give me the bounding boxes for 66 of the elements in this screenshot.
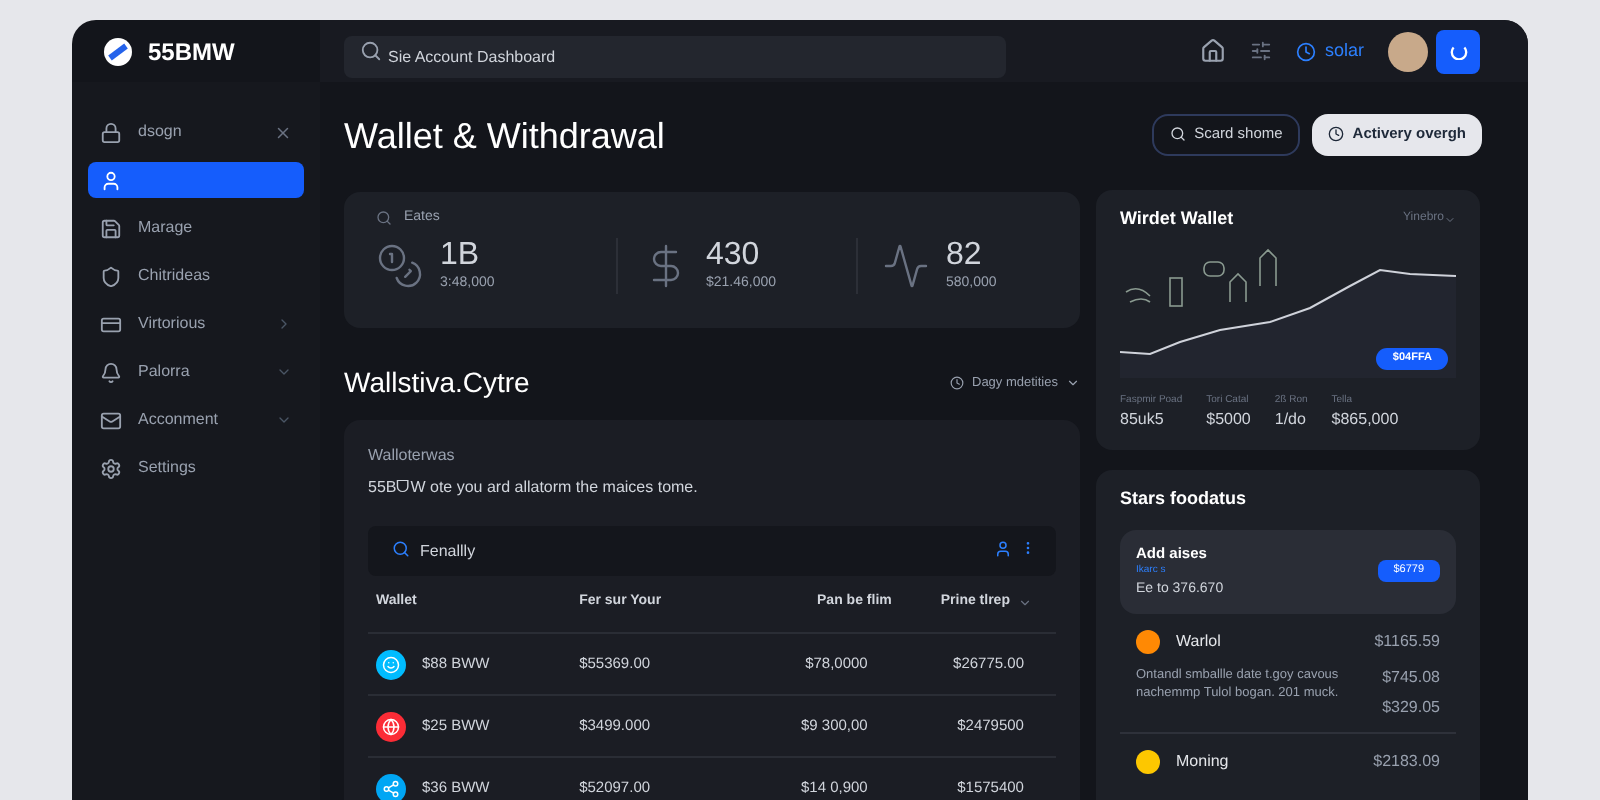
bell-icon [100, 361, 122, 383]
sidebar-item[interactable]: Settings [88, 450, 304, 486]
stat-value: 1B [440, 237, 482, 273]
card-title: Stars foodatus [1120, 486, 1249, 512]
sidebar-item[interactable]: Acconment [88, 402, 304, 438]
stat-value: $865,000 [1331, 408, 1399, 432]
shield-icon [100, 265, 122, 287]
chevron-icon [276, 316, 292, 332]
sidebar-item[interactable]: Marage [88, 210, 304, 246]
sidebar-item[interactable]: dsogn [88, 114, 304, 150]
solar-link[interactable]: solar [1324, 37, 1364, 65]
page-title: Wallet & Withdrawal [344, 114, 667, 160]
save-icon [100, 217, 122, 239]
loading-icon [1449, 42, 1467, 60]
clock-icon [950, 376, 964, 390]
search-field[interactable]: Sie Account Dashboard [344, 36, 1006, 78]
filter-field[interactable]: Fenallly [368, 526, 1056, 576]
search-icon [392, 540, 410, 558]
settings-icon [100, 457, 122, 479]
search-icon [376, 210, 392, 227]
clock-icon [1296, 41, 1317, 61]
card-icon [100, 313, 122, 335]
coins-icon [376, 241, 424, 290]
globe-icon [376, 711, 406, 741]
user-icon [100, 169, 122, 191]
share-icon [376, 773, 406, 800]
close-icon[interactable] [274, 123, 292, 141]
entry-name: Moning [1176, 749, 1231, 773]
sidebar-item[interactable]: Palorra [88, 354, 304, 390]
sidebar-item[interactable]: Chitrideas [88, 258, 304, 294]
clock-icon [1328, 126, 1345, 142]
lock-icon [100, 121, 122, 143]
widget-title: Wirdet Wallet [1120, 206, 1236, 232]
brand-name: 55BMW [148, 35, 235, 69]
card-description: 55BᗜW ote you ard allatorm the maices tome. [368, 476, 700, 500]
stat-value: 430 [706, 237, 762, 273]
search-icon [360, 40, 382, 62]
chevron-icon [276, 364, 292, 380]
home-icon[interactable] [1200, 38, 1227, 64]
search-icon [1170, 126, 1187, 142]
entry-amount: $329.05 [1382, 695, 1440, 719]
sliders-icon[interactable] [1250, 40, 1273, 62]
entry-amount: $2183.09 [1373, 749, 1440, 773]
stat-value: $5000 [1206, 408, 1251, 432]
wave-icon [882, 241, 930, 290]
stat-value: 82 [946, 237, 984, 273]
section-title: Wallstiva.Cytre [344, 364, 532, 402]
action-button[interactable] [1436, 29, 1480, 73]
avatar[interactable] [1388, 31, 1428, 71]
mail-icon [100, 409, 122, 431]
chevron-icon [1444, 213, 1456, 226]
entry-amount: $745.08 [1382, 665, 1440, 689]
sidebar-item[interactable]: Virtorious [88, 306, 304, 342]
avatar [1136, 629, 1160, 653]
entry-name: Warlol [1176, 629, 1223, 653]
sort-icon[interactable] [1017, 596, 1032, 610]
chevron-icon [276, 412, 292, 428]
stat-value: 85uk5 [1120, 408, 1166, 432]
card-title: Walloterwas [368, 444, 457, 468]
smile-icon [376, 649, 406, 679]
stat-value: 1/do [1274, 408, 1308, 432]
chevron-icon [1066, 376, 1080, 390]
entry-amount: $1165.59 [1374, 629, 1440, 653]
logo-icon [104, 37, 132, 65]
avatar [1136, 749, 1160, 773]
user-icon[interactable] [994, 540, 1012, 558]
